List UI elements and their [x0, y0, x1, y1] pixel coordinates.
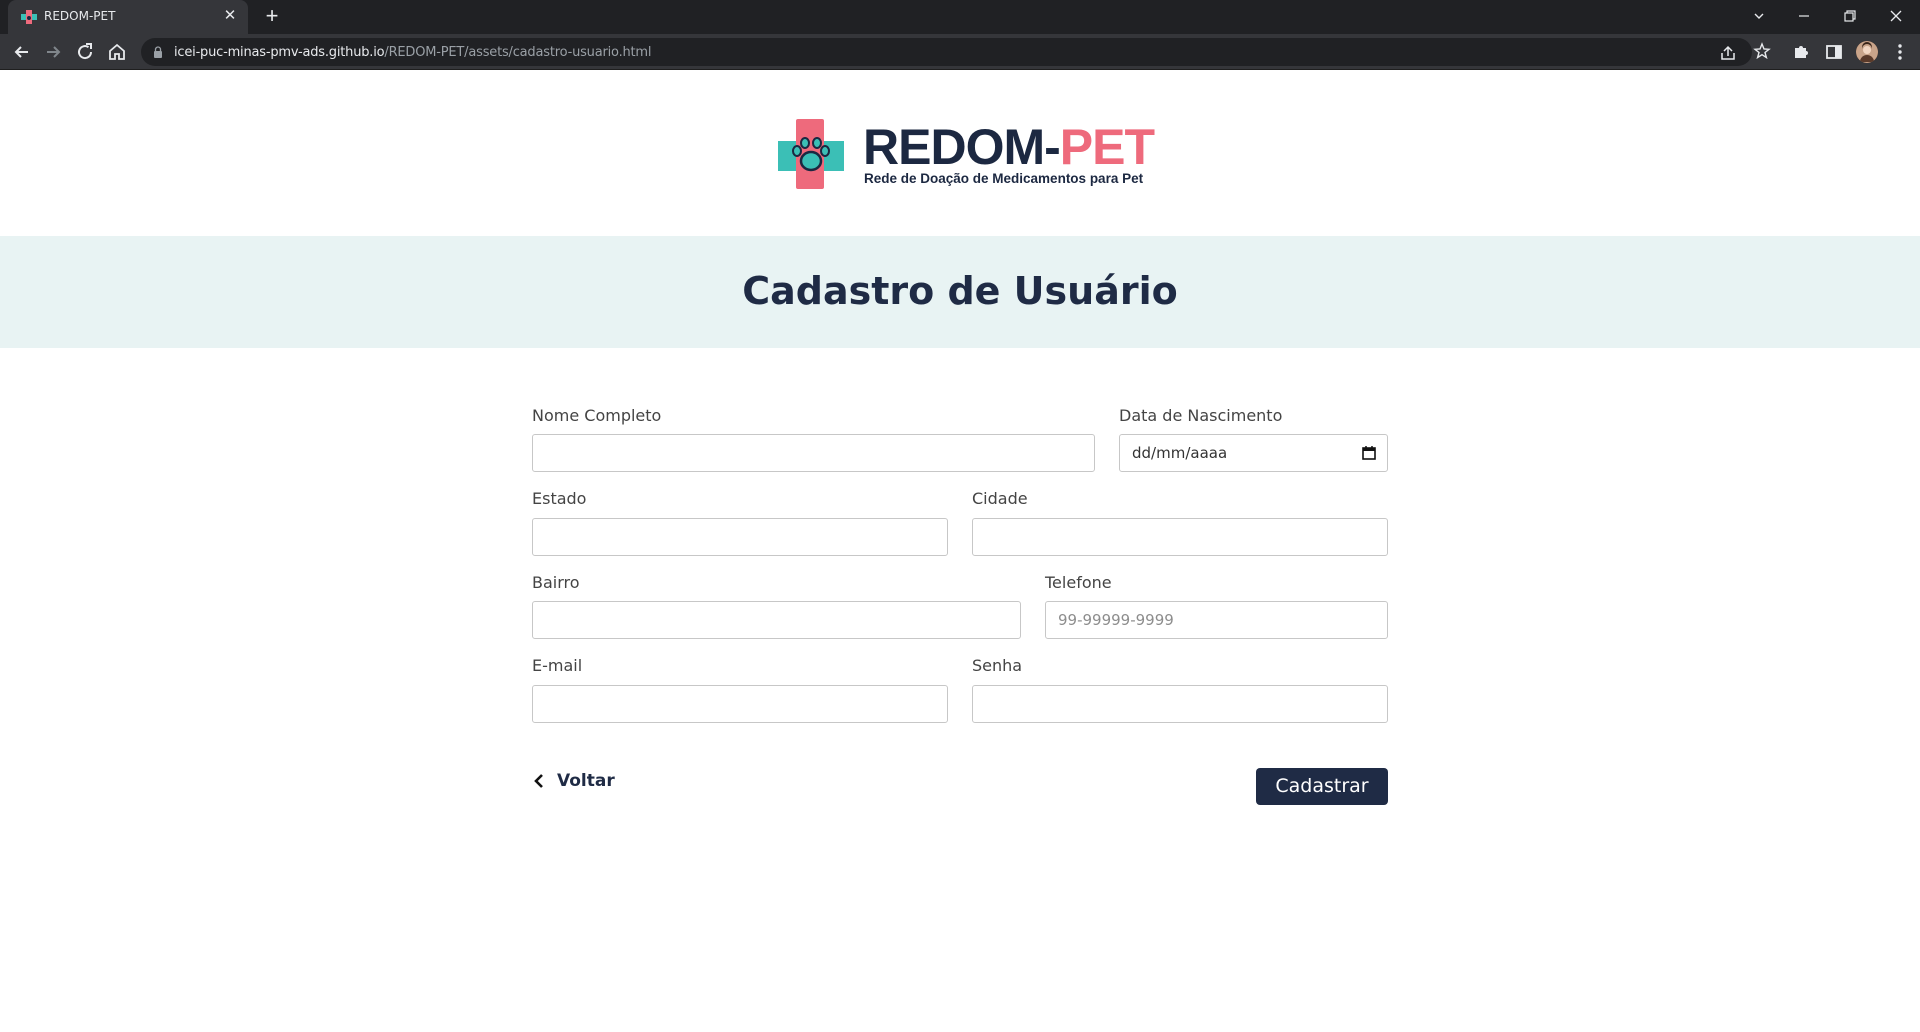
side-panel-icon[interactable] — [1824, 42, 1844, 62]
estado-input[interactable] — [532, 518, 948, 556]
home-icon[interactable] — [106, 41, 128, 63]
restore-icon[interactable] — [1836, 4, 1864, 28]
telefone-input[interactable]: 99-99999-9999 — [1045, 601, 1388, 639]
close-window-icon[interactable] — [1882, 4, 1910, 28]
bookmark-star-icon[interactable] — [1753, 42, 1771, 60]
chevron-left-icon — [534, 774, 543, 788]
cadastrar-button[interactable]: Cadastrar — [1256, 768, 1388, 805]
profile-avatar[interactable] — [1856, 41, 1878, 63]
nascimento-label: Data de Nascimento — [1119, 406, 1283, 425]
forward-arrow-icon[interactable] — [42, 41, 64, 63]
senha-label: Senha — [972, 656, 1023, 675]
telefone-placeholder: 99-99999-9999 — [1058, 611, 1174, 629]
page-content: REDOM-PET Rede de Doação de Medicamentos… — [0, 71, 1920, 1032]
url-text: icei-puc-minas-pmv-ads.github.io/REDOM-P… — [174, 45, 652, 60]
cidade-input[interactable] — [972, 518, 1388, 556]
browser-tab[interactable]: REDOM-PET ✕ — [8, 0, 248, 34]
tab-search-icon[interactable] — [1745, 4, 1773, 28]
redom-pet-logo[interactable]: REDOM-PET Rede de Doação de Medicamentos… — [778, 119, 1155, 189]
browser-toolbar: icei-puc-minas-pmv-ads.github.io/REDOM-P… — [0, 34, 1920, 70]
date-format-text: dd/mm/aaaa — [1132, 444, 1228, 462]
redom-pet-favicon-icon — [21, 10, 37, 24]
estado-label: Estado — [532, 489, 587, 508]
calendar-icon[interactable] — [1361, 445, 1377, 461]
email-label: E-mail — [532, 656, 583, 675]
nascimento-date-input[interactable]: dd/mm/aaaa — [1119, 434, 1388, 472]
page-title: Cadastro de Usuário — [742, 269, 1178, 313]
reload-icon[interactable] — [74, 41, 96, 63]
nome-input[interactable] — [532, 434, 1095, 472]
back-arrow-icon[interactable] — [11, 41, 33, 63]
minimize-icon[interactable] — [1790, 4, 1818, 28]
page-title-banner: Cadastro de Usuário — [0, 236, 1920, 348]
address-bar[interactable]: icei-puc-minas-pmv-ads.github.io/REDOM-P… — [141, 38, 1752, 66]
paw-cross-logo-icon — [778, 119, 844, 189]
logo-subtitle: Rede de Doação de Medicamentos para Pet — [864, 171, 1144, 186]
tab-close-icon[interactable]: ✕ — [222, 8, 238, 24]
share-icon[interactable] — [1719, 44, 1737, 62]
voltar-label: Voltar — [557, 771, 615, 791]
logo-title: REDOM-PET — [863, 119, 1155, 175]
tab-title: REDOM-PET — [44, 9, 116, 23]
bairro-input[interactable] — [532, 601, 1021, 639]
lock-icon — [154, 46, 162, 58]
cidade-label: Cidade — [972, 489, 1028, 508]
more-menu-icon[interactable] — [1890, 42, 1910, 62]
nome-label: Nome Completo — [532, 406, 662, 425]
telefone-label: Telefone — [1045, 573, 1112, 592]
bairro-label: Bairro — [532, 573, 580, 592]
new-tab-icon[interactable]: + — [262, 5, 282, 27]
senha-input[interactable] — [972, 685, 1388, 723]
email-input[interactable] — [532, 685, 948, 723]
extensions-puzzle-icon[interactable] — [1791, 42, 1811, 62]
browser-tab-strip: REDOM-PET ✕ + — [0, 0, 1920, 34]
